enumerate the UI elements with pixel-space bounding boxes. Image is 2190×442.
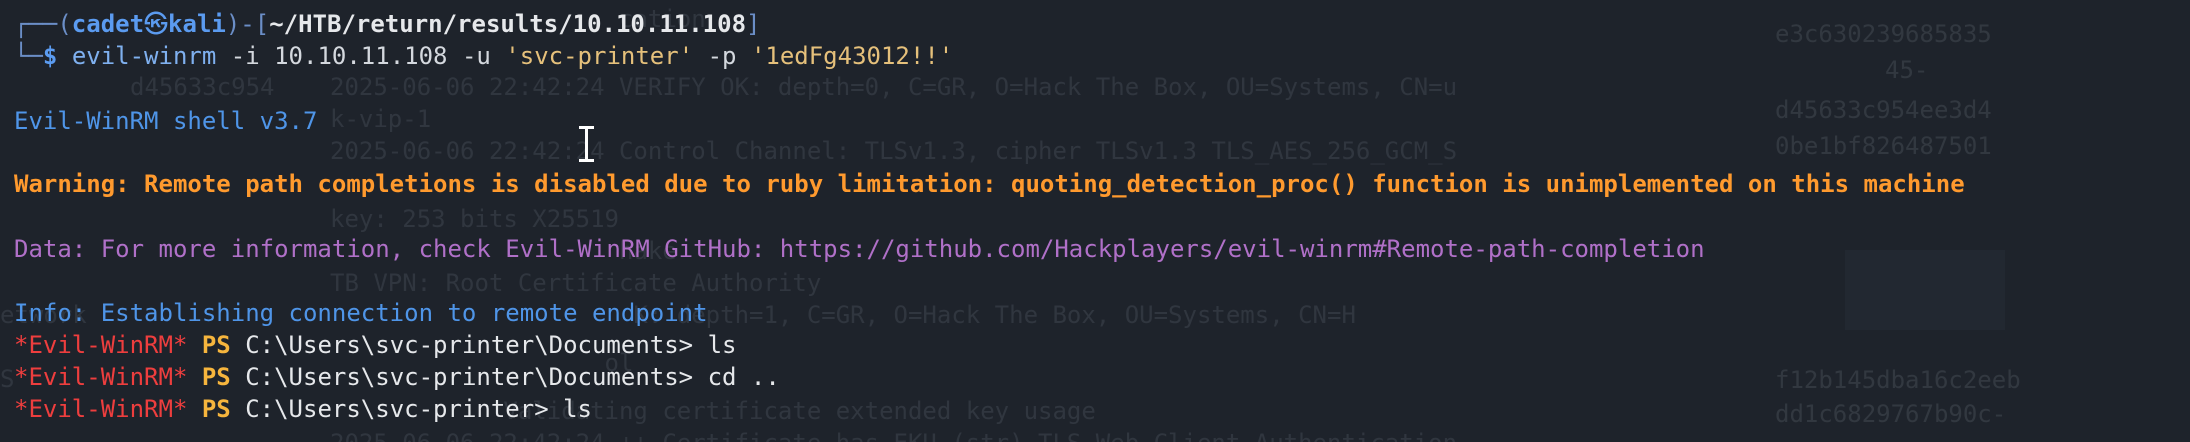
ps-line[interactable]: *Evil-WinRM* PS C:\Users\svc-printer> ls xyxy=(14,393,592,425)
ps-label: PS xyxy=(201,331,231,359)
data-message: Data: For more information, check Evil-W… xyxy=(14,235,1705,263)
prompt-cwd: ~/HTB/return/results/10.10.11.108 xyxy=(269,10,747,38)
evil-winrm-tag: *Evil-WinRM* xyxy=(14,331,188,359)
prompt-box-bottom: └─ xyxy=(14,42,43,70)
evil-winrm-tag: *Evil-WinRM* xyxy=(14,395,188,423)
prompt-skull-icon: ㉿ xyxy=(144,10,169,38)
prompt-bracket-close: ] xyxy=(746,10,761,38)
ps-command-text: C:\Users\svc-printer\Documents> ls xyxy=(245,331,737,359)
prompt-bracket-open: )-[ xyxy=(225,10,270,38)
shell-prompt-header: ┌──(cadet㉿kali)-[~/HTB/return/results/10… xyxy=(14,8,760,40)
prompt-dollar: $ xyxy=(42,42,58,70)
text-cursor-icon xyxy=(579,124,594,164)
terminal-output: ┌──(cadet㉿kali)-[~/HTB/return/results/10… xyxy=(0,0,2190,442)
ps-command-text: C:\Users\svc-printer> ls xyxy=(245,395,592,423)
prompt-user: cadet xyxy=(71,10,145,38)
command-binary: evil-winrm xyxy=(71,42,217,70)
info-message: Info: Establishing connection to remote … xyxy=(14,299,708,327)
prompt-host: kali xyxy=(168,10,226,38)
command-user-value: 'svc-printer' xyxy=(505,42,694,70)
ps-command-text: C:\Users\svc-printer\Documents> cd .. xyxy=(245,363,780,391)
evil-winrm-tag: *Evil-WinRM* xyxy=(14,363,188,391)
warning-message: Warning: Remote path completions is disa… xyxy=(14,170,1965,198)
terminal-window[interactable]: cation d45633c954 2025-06-06 22:42:24 VE… xyxy=(0,0,2190,442)
command-args: -i 10.10.11.108 -u xyxy=(216,42,506,70)
command-line[interactable]: └─$ evil-winrm -i 10.10.11.108 -u 'svc-p… xyxy=(14,40,953,72)
evil-winrm-banner: Evil-WinRM shell v3.7 xyxy=(14,107,318,135)
ps-line: *Evil-WinRM* PS C:\Users\svc-printer\Doc… xyxy=(14,361,780,393)
ps-line: *Evil-WinRM* PS C:\Users\svc-printer\Doc… xyxy=(14,329,736,361)
command-pass-value: '1edFg43012!!' xyxy=(750,42,954,70)
prompt-box-top: ┌──( xyxy=(14,10,72,38)
ps-label: PS xyxy=(201,363,231,391)
ps-label: PS xyxy=(201,395,231,423)
command-pass-flag: -p xyxy=(693,42,751,70)
